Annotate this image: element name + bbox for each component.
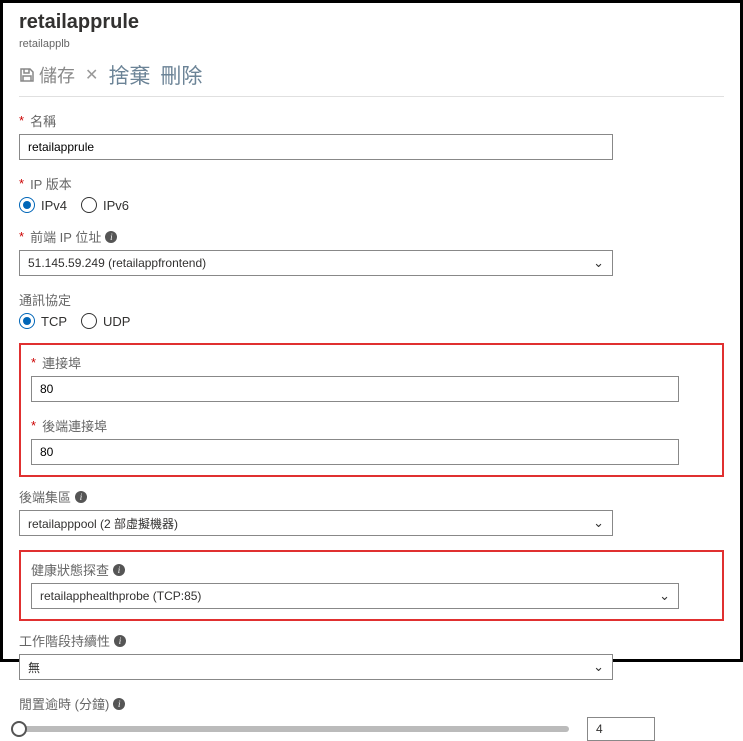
frontendip-label: 前端 IP 位址 bbox=[30, 227, 101, 246]
page-subtitle: retailapplb bbox=[19, 38, 724, 50]
save-icon bbox=[19, 67, 35, 83]
field-backend-port: *後端連接埠 bbox=[31, 416, 712, 465]
backendpool-label: 後端集區 bbox=[19, 487, 71, 506]
port-label: 連接埠 bbox=[42, 353, 81, 372]
radio-ipv4[interactable]: IPv4 bbox=[19, 197, 67, 213]
radio-selected-icon bbox=[19, 313, 35, 329]
chevron-down-icon: ⌄ bbox=[593, 659, 604, 675]
highlight-ports: *連接埠 *後端連接埠 bbox=[19, 343, 724, 477]
info-icon[interactable]: i bbox=[105, 231, 117, 243]
field-port: *連接埠 bbox=[31, 353, 712, 402]
field-name: *名稱 bbox=[19, 111, 724, 160]
protocol-label: 通訊協定 bbox=[19, 290, 71, 309]
healthprobe-select[interactable]: retailapphealthprobe (TCP:85) ⌄ bbox=[31, 583, 679, 609]
port-input[interactable] bbox=[31, 376, 679, 402]
chevron-down-icon: ⌄ bbox=[593, 515, 604, 531]
field-idle-timeout: 閒置逾時 (分鐘) i 4 bbox=[19, 694, 724, 741]
name-input[interactable] bbox=[19, 134, 613, 160]
idle-label: 閒置逾時 (分鐘) bbox=[19, 694, 109, 713]
idle-slider[interactable] bbox=[19, 726, 569, 732]
highlight-healthprobe: 健康狀態探查 i retailapphealthprobe (TCP:85) ⌄ bbox=[19, 550, 724, 621]
close-icon[interactable]: ✕ bbox=[85, 65, 98, 85]
radio-icon bbox=[81, 313, 97, 329]
info-icon[interactable]: i bbox=[113, 564, 125, 576]
field-backend-pool: 後端集區 i retailapppool (2 部虛擬機器) ⌄ bbox=[19, 487, 724, 536]
backendpool-select[interactable]: retailapppool (2 部虛擬機器) ⌄ bbox=[19, 510, 613, 536]
save-label: 儲存 bbox=[39, 62, 75, 88]
idle-value[interactable]: 4 bbox=[587, 717, 655, 741]
healthprobe-label: 健康狀態探查 bbox=[31, 560, 109, 579]
field-frontend-ip: *前端 IP 位址 i 51.145.59.249 (retailappfron… bbox=[19, 227, 724, 276]
radio-icon bbox=[81, 197, 97, 213]
info-icon[interactable]: i bbox=[113, 698, 125, 710]
page-title: retailapprule bbox=[19, 11, 724, 34]
field-session-persistence: 工作階段持續性 i 無 ⌄ bbox=[19, 631, 724, 680]
frontendip-select[interactable]: 51.145.59.249 (retailappfrontend) ⌄ bbox=[19, 250, 613, 276]
info-icon[interactable]: i bbox=[114, 635, 126, 647]
session-label: 工作階段持續性 bbox=[19, 631, 110, 650]
field-ip-version: *IP 版本 IPv4 IPv6 bbox=[19, 174, 724, 213]
session-select[interactable]: 無 ⌄ bbox=[19, 654, 613, 680]
name-label: 名稱 bbox=[30, 111, 56, 130]
discard-button[interactable]: 捨棄 bbox=[108, 60, 150, 90]
backendport-input[interactable] bbox=[31, 439, 679, 465]
slider-thumb[interactable] bbox=[11, 721, 27, 737]
blade-header: retailapprule bbox=[19, 11, 724, 34]
command-bar: 儲存 ✕ 捨棄 刪除 bbox=[19, 60, 724, 97]
save-button[interactable]: 儲存 bbox=[19, 62, 75, 88]
chevron-down-icon: ⌄ bbox=[593, 255, 604, 271]
ipversion-label: IP 版本 bbox=[30, 174, 72, 193]
field-protocol: 通訊協定 TCP UDP bbox=[19, 290, 724, 329]
field-health-probe: 健康狀態探查 i retailapphealthprobe (TCP:85) ⌄ bbox=[31, 560, 712, 609]
backendport-label: 後端連接埠 bbox=[42, 416, 107, 435]
radio-ipv6[interactable]: IPv6 bbox=[81, 197, 129, 213]
chevron-down-icon: ⌄ bbox=[659, 588, 670, 604]
radio-selected-icon bbox=[19, 197, 35, 213]
info-icon[interactable]: i bbox=[75, 491, 87, 503]
delete-button[interactable]: 刪除 bbox=[160, 60, 202, 90]
radio-udp[interactable]: UDP bbox=[81, 313, 130, 329]
radio-tcp[interactable]: TCP bbox=[19, 313, 67, 329]
